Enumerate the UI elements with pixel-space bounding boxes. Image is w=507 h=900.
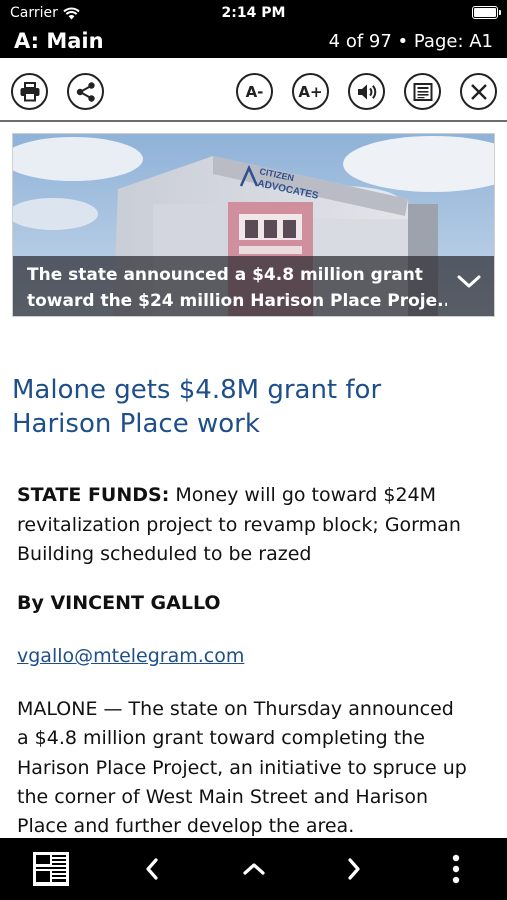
share-button[interactable] — [67, 73, 104, 110]
print-button[interactable] — [11, 73, 48, 110]
article-headline: Malone gets $4.8M grant for Harison Plac… — [12, 373, 492, 441]
article-body: MALONE — The state on Thursday announced… — [17, 695, 495, 841]
article-photo[interactable]: CITIZEN ADVOCATES The state announced a … — [12, 133, 495, 317]
caption-line-1: The state announced a $4.8 million grant — [27, 265, 423, 285]
more-options-button[interactable] — [440, 838, 472, 900]
article-position: 4 of 97 • Page: A1 — [328, 31, 493, 52]
deck-line-2: revitalization project to revamp block; … — [17, 513, 461, 536]
chevron-left-icon — [146, 858, 158, 880]
chevron-right-icon — [348, 858, 360, 880]
deck-label: STATE FUNDS: — [17, 484, 170, 506]
bottom-nav-bar — [0, 838, 507, 900]
scroll-up-button[interactable] — [231, 838, 277, 900]
headline-line-2: Harison Place work — [12, 409, 260, 439]
next-article-button[interactable] — [332, 838, 376, 900]
text-view-icon — [413, 82, 432, 101]
deck-line-3: Building scheduled to be razed — [17, 543, 312, 565]
status-bar: Carrier 2:14 PM — [0, 0, 507, 28]
body-line-4: the corner of West Main Street and Haris… — [17, 785, 428, 808]
section-title: A: Main — [14, 29, 104, 53]
author-email-link[interactable]: vgallo@mtelegram.com — [17, 645, 244, 667]
headline-line-1: Malone gets $4.8M grant for — [12, 375, 382, 405]
caption-line-2: toward the $24 million Harison Place Pro… — [27, 291, 447, 311]
audio-button[interactable] — [348, 73, 385, 110]
text-view-button[interactable] — [404, 73, 441, 110]
clock: 2:14 PM — [221, 5, 286, 21]
byline: By VINCENT GALLO — [17, 592, 221, 614]
article-deck: STATE FUNDS: Money will go toward $24M r… — [17, 481, 495, 570]
more-vertical-icon — [452, 854, 460, 884]
font-decrease-button[interactable]: A- — [236, 73, 273, 110]
pages-button[interactable] — [30, 838, 72, 900]
article-toolbar: A- A+ — [0, 58, 507, 122]
font-increase-button[interactable]: A+ — [292, 73, 329, 110]
body-line-3: Harison Place Project, an initiative to … — [17, 756, 467, 779]
share-icon — [76, 81, 95, 102]
speaker-icon — [357, 84, 376, 99]
newspaper-pages-icon — [33, 852, 69, 886]
close-button[interactable] — [460, 73, 497, 110]
chevron-up-icon — [243, 863, 265, 875]
photo-caption[interactable]: The state announced a $4.8 million grant… — [13, 256, 494, 316]
battery-icon — [472, 6, 501, 19]
body-line-2: a $4.8 million grant toward completing t… — [17, 727, 425, 750]
printer-icon — [20, 81, 39, 101]
title-bar: A: Main 4 of 97 • Page: A1 — [0, 28, 507, 58]
previous-article-button[interactable] — [130, 838, 174, 900]
deck-line-1: Money will go toward $24M — [169, 484, 437, 506]
body-line-1: MALONE — The state on Thursday announced — [17, 698, 454, 720]
close-icon — [470, 83, 487, 100]
chevron-down-icon[interactable] — [456, 274, 482, 290]
